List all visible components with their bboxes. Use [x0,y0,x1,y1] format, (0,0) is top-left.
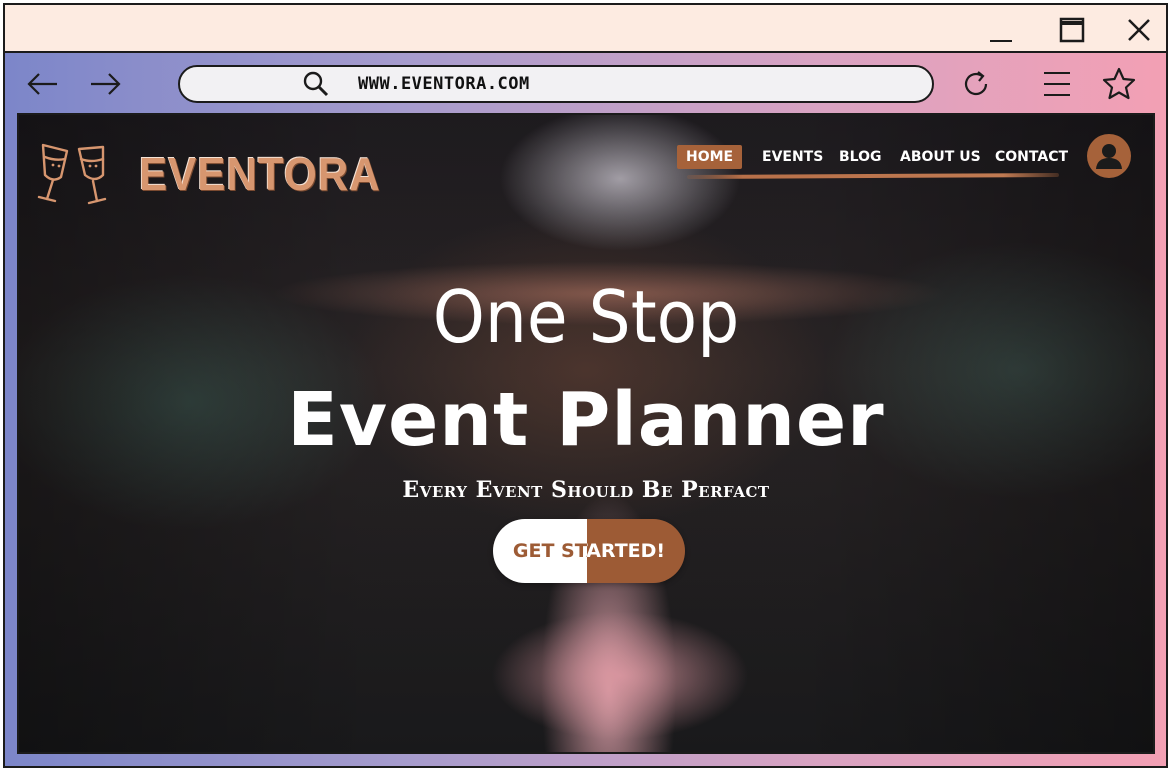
hero-section: One Stop Event Planner Every Event Shoul… [19,115,1153,752]
url-text[interactable]: WWW.EVENTORA.COM [358,74,530,94]
close-icon[interactable] [1124,15,1154,45]
forward-arrow-icon[interactable] [87,66,123,102]
title-bar [5,5,1166,53]
star-icon[interactable] [1101,66,1137,102]
reload-icon[interactable] [958,66,994,102]
hero-heading-line1: One Stop [432,275,740,359]
browser-window: WWW.EVENTORA.COM EVENTORA HOME EVENTS BL… [3,3,1168,768]
hero-tagline: Every Event Should Be Perfact [402,477,770,503]
maximize-icon[interactable] [1057,15,1087,45]
get-started-button[interactable]: GET STARTED! GET STARTED! [493,519,685,583]
address-bar[interactable]: WWW.EVENTORA.COM [178,65,934,103]
page-viewport: EVENTORA HOME EVENTS BLOG ABOUT US CONTA… [17,113,1155,754]
menu-icon[interactable] [1039,66,1075,102]
back-arrow-icon[interactable] [25,66,61,102]
browser-toolbar: WWW.EVENTORA.COM [5,53,1166,113]
hero-heading-line2: Event Planner [287,377,885,463]
minimize-icon[interactable] [986,15,1016,45]
search-icon [302,70,330,98]
